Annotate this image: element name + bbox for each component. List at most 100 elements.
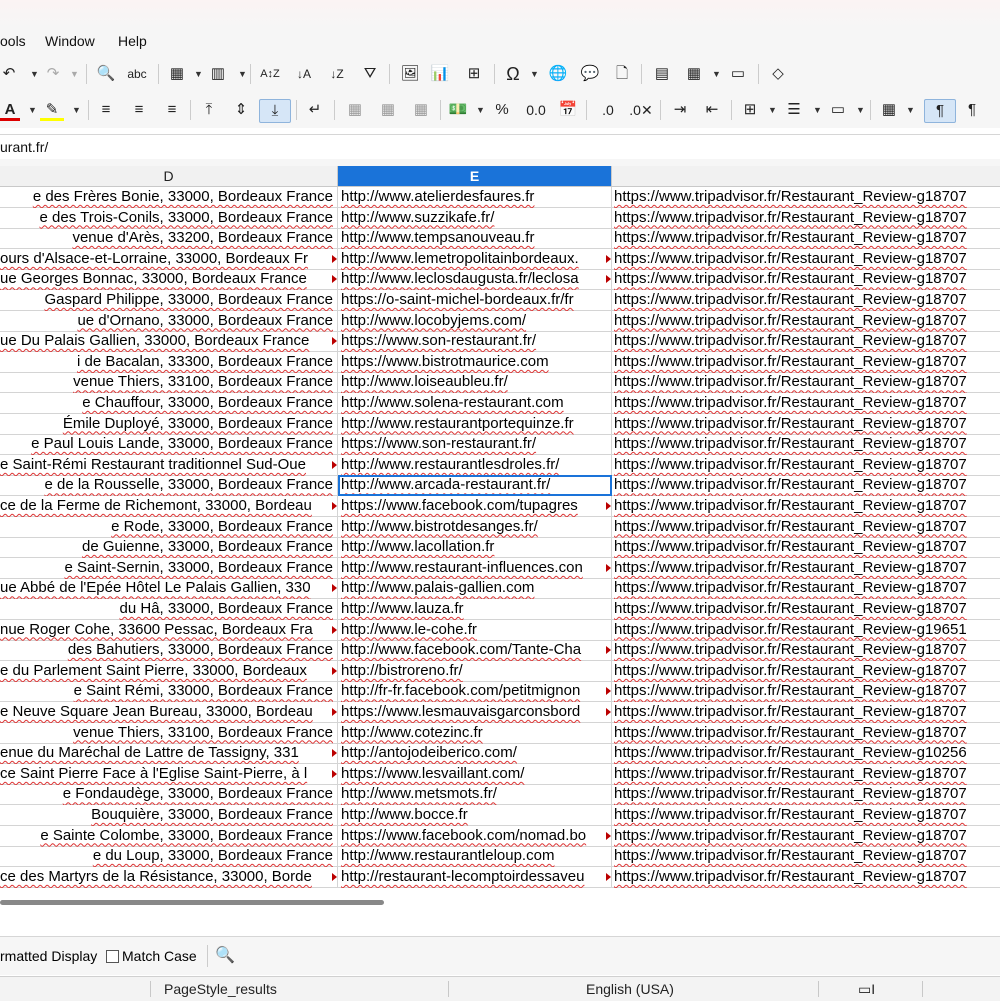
cell-website[interactable]: http://www.locobyjems.com/	[338, 310, 612, 332]
cell-tripadvisor-url[interactable]: https://www.tripadvisor.fr/Restaurant_Re…	[612, 640, 1000, 661]
spelling-icon[interactable]: abc	[124, 63, 150, 85]
highlight-dropdown-icon[interactable]: ▼	[72, 99, 81, 121]
cell-tripadvisor-url[interactable]: https://www.tripadvisor.fr/Restaurant_Re…	[612, 455, 1000, 476]
redo-dropdown-icon[interactable]: ▼	[70, 63, 79, 85]
formatted-display-label[interactable]: rmatted Display	[0, 948, 97, 964]
wrap-text-icon[interactable]: ↵	[304, 99, 326, 121]
cell-tripadvisor-url[interactable]: https://www.tripadvisor.fr/Restaurant_Re…	[612, 702, 1000, 723]
cell-address[interactable]: e Rode, 33000, Bordeaux France	[0, 516, 338, 538]
cell-website[interactable]: https://www.lesmauvaisgarconsbord	[338, 702, 612, 723]
find-replace-icon[interactable]: 🔍	[94, 63, 118, 85]
decrease-indent-icon[interactable]: ⇤	[700, 99, 724, 121]
column-header-e[interactable]: E	[338, 166, 612, 187]
sort-icon[interactable]: A↕Z	[258, 63, 282, 85]
cell-tripadvisor-url[interactable]: https://www.tripadvisor.fr/Restaurant_Re…	[612, 331, 1000, 352]
selection-mode-icon[interactable]: ▭I	[858, 981, 875, 998]
special-character-dropdown-icon[interactable]: ▼	[530, 63, 539, 85]
cell-address[interactable]: Gaspard Philippe, 33000, Bordeaux France	[0, 290, 338, 311]
cell-tripadvisor-url[interactable]: https://www.tripadvisor.fr/Restaurant_Re…	[612, 764, 1000, 785]
border-style-icon[interactable]: ☰	[782, 99, 806, 121]
sort-descending-icon[interactable]: ↓Z	[325, 63, 349, 85]
sort-ascending-icon[interactable]: ↓A	[292, 63, 316, 85]
special-character-icon[interactable]: Ω	[501, 63, 525, 85]
highlight-color-icon[interactable]: ✎	[40, 99, 64, 121]
horizontal-scrollbar[interactable]	[0, 891, 1000, 915]
cell-tripadvisor-url[interactable]: https://www.tripadvisor.fr/Restaurant_Re…	[612, 187, 1000, 208]
cell-address[interactable]: e Saint Rémi, 33000, Bordeaux France	[0, 681, 338, 703]
cell-website[interactable]: https://o-saint-michel-bordeaux.fr/fr	[338, 290, 612, 311]
cell-address[interactable]: e de la Rousselle, 33000, Bordeaux Franc…	[0, 475, 338, 497]
cell-tripadvisor-url[interactable]: https://www.tripadvisor.fr/Restaurant_Re…	[612, 269, 1000, 290]
cell-website[interactable]: http://www.bistrotdesanges.fr/	[338, 516, 612, 538]
align-left-icon[interactable]: ≡	[95, 99, 117, 121]
cell-tripadvisor-url[interactable]: https://www.tripadvisor.fr/Restaurant_Re…	[612, 784, 1000, 805]
insert-image-icon[interactable]: 🖼	[398, 63, 422, 85]
cell-address[interactable]: du Hâ, 33000, Bordeaux France	[0, 599, 338, 620]
cell-tripadvisor-url[interactable]: https://www.tripadvisor.fr/Restaurant_Re…	[612, 352, 1000, 373]
center-vertically-icon[interactable]: ⇕	[230, 99, 252, 121]
hyperlink-icon[interactable]: 🌐	[546, 63, 570, 85]
cell-address[interactable]: ue Abbé de l'Epée Hôtel Le Palais Gallie…	[0, 578, 338, 600]
cell-tripadvisor-url[interactable]: https://www.tripadvisor.fr/Restaurant_Re…	[612, 558, 1000, 579]
column-dropdown-icon[interactable]: ▼	[238, 63, 247, 85]
cell-tripadvisor-url[interactable]: https://www.tripadvisor.fr/Restaurant_Re…	[612, 846, 1000, 867]
align-bottom-icon[interactable]: ⤓	[259, 99, 291, 123]
cell-website[interactable]: http://fr-fr.facebook.com/petitmignon	[338, 681, 612, 703]
cell-tripadvisor-url[interactable]: https://www.tripadvisor.fr/Restaurant_Re…	[612, 228, 1000, 249]
cell-website[interactable]: http://antojodeiberico.com/	[338, 743, 612, 765]
cell-tripadvisor-url[interactable]: https://www.tripadvisor.fr/Restaurant_Re…	[612, 867, 1000, 888]
cell-website[interactable]: https://www.son-restaurant.fr/	[338, 331, 612, 353]
cell-website[interactable]: http://www.facebook.com/Tante-Cha	[338, 640, 612, 662]
cell-address[interactable]: e Fondaudège, 33000, Bordeaux France	[0, 784, 338, 806]
cell-website[interactable]: https://www.bistrotmaurice.com	[338, 351, 612, 373]
cell-tripadvisor-url[interactable]: https://www.tripadvisor.fr/Restaurant_Re…	[612, 311, 1000, 332]
border-color-icon[interactable]: ▭	[826, 99, 850, 121]
undo-dropdown-icon[interactable]: ▼	[30, 63, 39, 85]
cell-address[interactable]: ce Saint Pierre Face à l'Eglise Saint-Pi…	[0, 763, 338, 785]
cell-tripadvisor-url[interactable]: https://www.tripadvisor.fr/Restaurant_Re…	[612, 434, 1000, 455]
cell-address[interactable]: e Paul Louis Lande, 33000, Bordeaux Fran…	[0, 434, 338, 456]
freeze-dropdown-icon[interactable]: ▼	[712, 63, 721, 85]
cell-address[interactable]: e du Loup, 33000, Bordeaux France	[0, 846, 338, 868]
cell-tripadvisor-url[interactable]: https://www.tripadvisor.fr/Restaurant_Re…	[612, 578, 1000, 599]
align-right-icon[interactable]: ≡	[161, 99, 183, 121]
cell-address[interactable]: e Sainte Colombe, 33000, Bordeaux France	[0, 825, 338, 847]
unmerge-cells-icon[interactable]: ▦	[409, 99, 433, 121]
cell-tripadvisor-url[interactable]: https://www.tripadvisor.fr/Restaurant_Re…	[612, 743, 1000, 764]
cell-address[interactable]: de Guienne, 33000, Bordeaux France	[0, 537, 338, 559]
cell-address[interactable]: e Chauffour, 33000, Bordeaux France	[0, 393, 338, 414]
cell-tripadvisor-url[interactable]: https://www.tripadvisor.fr/Restaurant_Re…	[612, 681, 1000, 702]
cell-tripadvisor-url[interactable]: https://www.tripadvisor.fr/Restaurant_Re…	[612, 517, 1000, 538]
date-format-icon[interactable]: 📅	[556, 99, 580, 121]
freeze-rows-columns-icon[interactable]: ▦	[682, 63, 706, 85]
cell-tripadvisor-url[interactable]: https://www.tripadvisor.fr/Restaurant_Re…	[612, 805, 1000, 826]
number-format-icon[interactable]: 0.0	[522, 99, 550, 121]
cell-address[interactable]: ce de la Ferme de Richemont, 33000, Bord…	[0, 496, 338, 517]
insert-chart-icon[interactable]: 📊	[428, 63, 452, 85]
cell-tripadvisor-url[interactable]: https://www.tripadvisor.fr/Restaurant_Re…	[612, 249, 1000, 270]
increase-indent-icon[interactable]: ⇥	[668, 99, 692, 121]
borders-dropdown-icon[interactable]: ▼	[768, 99, 777, 121]
text-direction-rtl-icon[interactable]: ¶	[960, 99, 984, 121]
cell-tripadvisor-url[interactable]: https://www.tripadvisor.fr/Restaurant_Re…	[612, 475, 1000, 496]
column-header-f[interactable]	[612, 166, 1000, 187]
borders-icon[interactable]: ⊞	[738, 99, 762, 121]
cell-tripadvisor-url[interactable]: https://www.tripadvisor.fr/Restaurant_Re…	[612, 599, 1000, 620]
cell-website[interactable]: http://restaurant-lecomptoirdessaveu	[338, 866, 612, 888]
headers-footers-icon[interactable]: 🗋	[610, 63, 634, 85]
define-print-area-icon[interactable]: ▤	[650, 63, 674, 85]
align-center-icon[interactable]: ≡	[128, 99, 150, 121]
formula-input[interactable]: urant.fr/	[0, 139, 48, 155]
cell-address[interactable]: i de Bacalan, 33300, Bordeaux France	[0, 351, 338, 373]
find-replace-icon[interactable]: 🔍	[215, 945, 235, 965]
delete-decimal-icon[interactable]: .0✕	[627, 99, 655, 121]
font-color-dropdown-icon[interactable]: ▼	[28, 99, 37, 121]
conditional-format-icon[interactable]: ▦	[877, 99, 901, 121]
cell-tripadvisor-url[interactable]: https://www.tripadvisor.fr/Restaurant_Re…	[612, 393, 1000, 414]
cell-address[interactable]: nue Roger Cohe, 33600 Pessac, Bordeaux F…	[0, 619, 338, 641]
menu-tools[interactable]: ools	[0, 33, 26, 49]
cell-address[interactable]: e des Frères Bonie, 33000, Bordeaux Fran…	[0, 187, 338, 208]
cell-address[interactable]: venue Thiers, 33100, Bordeaux France	[0, 722, 338, 744]
column-header-d[interactable]: D	[0, 166, 338, 187]
comment-icon[interactable]: 💬	[578, 63, 602, 85]
